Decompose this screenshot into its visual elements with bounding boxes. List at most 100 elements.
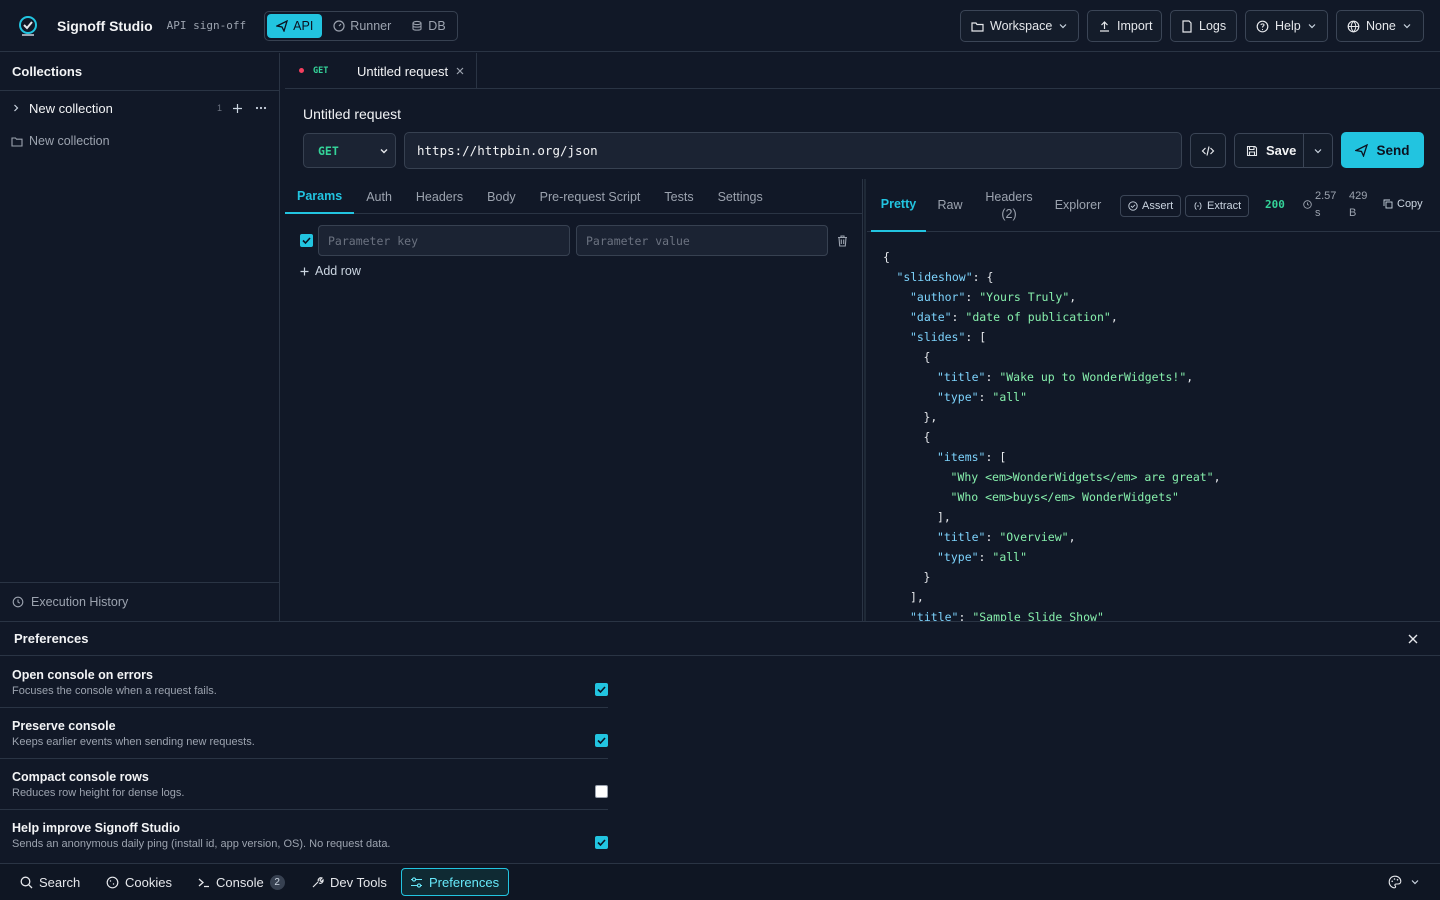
preference-checkbox[interactable] <box>595 683 608 696</box>
tab-body[interactable]: Body <box>475 179 528 214</box>
response-size: 429 B <box>1349 188 1367 222</box>
tab-headers-response[interactable]: Headers (2) <box>979 179 1039 232</box>
preference-title: Open console on errors <box>12 668 154 682</box>
extract-button[interactable]: Extract <box>1185 195 1250 217</box>
code-snippet-button[interactable] <box>1190 133 1226 168</box>
json-punctuation: : <box>978 550 993 564</box>
tab-raw[interactable]: Raw <box>926 179 974 232</box>
tab-auth[interactable]: Auth <box>354 179 404 214</box>
trash-icon[interactable] <box>837 235 848 247</box>
request-tab[interactable]: GET Untitled request <box>288 53 477 89</box>
param-key-input[interactable]: Parameter key <box>318 225 570 256</box>
preferences-button[interactable]: Preferences <box>401 868 509 896</box>
mode-runner[interactable]: Runner <box>324 14 400 38</box>
json-line: "Who <em>buys</em> WonderWidgets" <box>883 487 1433 507</box>
mode-db[interactable]: DB <box>402 14 454 38</box>
json-value: "Yours Truly" <box>979 290 1070 304</box>
json-punctuation: , <box>1186 370 1194 384</box>
response-viewer: Pretty Raw Headers (2) Explorer Assert E… <box>867 179 1440 621</box>
tab-tests[interactable]: Tests <box>652 179 705 214</box>
tab-explorer[interactable]: Explorer <box>1047 179 1109 232</box>
console-button[interactable]: Console 2 <box>189 868 293 896</box>
method-select[interactable]: GET <box>303 133 396 168</box>
json-punctuation: : <box>985 530 1000 544</box>
json-key: "slides" <box>910 330 966 344</box>
response-body: {"slideshow": {"author": "Yours Truly", "… <box>883 247 1433 621</box>
preference-checkbox[interactable] <box>595 836 608 849</box>
add-row-label: Add row <box>315 264 361 278</box>
preference-checkbox[interactable] <box>595 734 608 747</box>
tab-params[interactable]: Params <box>285 179 355 214</box>
assert-button[interactable]: Assert <box>1120 195 1182 217</box>
json-value: "all" <box>992 390 1028 404</box>
extract-label: Extract <box>1207 200 1242 212</box>
close-icon[interactable] <box>1408 634 1418 644</box>
copy-button[interactable]: Copy <box>1383 198 1423 210</box>
preferences-title: Preferences <box>0 622 1440 656</box>
terminal-icon <box>197 876 210 889</box>
folder-icon <box>11 136 23 147</box>
json-line: "Why <em>WonderWidgets</em> are great", <box>883 467 1433 487</box>
mode-label: API <box>293 18 314 33</box>
help-dropdown[interactable]: Help <box>1245 10 1328 42</box>
request-title[interactable]: Untitled request <box>303 106 401 122</box>
collection-count: 1 <box>217 103 223 113</box>
url-input[interactable]: https://httpbin.org/json <box>404 132 1182 169</box>
json-line: "author": "Yours Truly", <box>883 287 1433 307</box>
save-options-button[interactable] <box>1303 133 1333 168</box>
sidebar-item-new-collection[interactable]: New collection <box>0 127 279 155</box>
preference-description: Reduces row height for dense logs. <box>12 787 185 799</box>
workspace-dropdown[interactable]: Workspace <box>960 10 1079 42</box>
json-value: "Who <em>buys</em> WonderWidgets" <box>950 490 1179 504</box>
request-tab-method: GET <box>313 66 329 76</box>
send-button[interactable]: Send <box>1341 132 1424 168</box>
save-label: Save <box>1266 143 1297 158</box>
preference-title: Help improve Signoff Studio <box>12 821 181 835</box>
theme-dropdown[interactable] <box>1380 868 1428 896</box>
add-row-button[interactable]: Add row <box>300 264 361 278</box>
logs-label: Logs <box>1199 19 1227 33</box>
json-punctuation: : <box>985 370 1000 384</box>
dev-tools-button[interactable]: Dev Tools <box>303 868 395 896</box>
json-punctuation: , <box>1068 530 1076 544</box>
headers-count: (2) <box>1001 206 1017 221</box>
top-bar: Signoff Studio API sign-off API Runner D… <box>0 0 1440 52</box>
logs-button[interactable]: Logs <box>1170 10 1237 42</box>
pane-resize-handle[interactable] <box>864 179 866 621</box>
collection-row[interactable]: New collection 1 <box>0 94 279 122</box>
mode-switcher: API Runner DB <box>264 10 458 41</box>
clock-icon <box>1303 200 1312 209</box>
environment-dropdown[interactable]: None <box>1336 10 1424 42</box>
json-line: "type": "all" <box>883 547 1433 567</box>
preference-row: Compact console rows Reduces row height f… <box>0 759 608 810</box>
import-button[interactable]: Import <box>1087 10 1162 42</box>
tab-headers[interactable]: Headers <box>404 179 475 214</box>
preference-description: Keeps earlier events when sending new re… <box>12 736 255 748</box>
tab-settings[interactable]: Settings <box>706 179 775 214</box>
chevron-right-icon[interactable] <box>11 103 21 113</box>
more-icon[interactable] <box>255 106 267 110</box>
json-punctuation: : { <box>972 270 994 284</box>
json-punctuation: : [ <box>985 450 1007 464</box>
param-enabled-checkbox[interactable] <box>300 234 313 247</box>
execution-history[interactable]: Execution History <box>0 582 279 621</box>
plus-icon[interactable] <box>232 103 243 114</box>
json-line: }, <box>883 407 1433 427</box>
tab-pre-request-script[interactable]: Pre-request Script <box>528 179 653 214</box>
close-icon[interactable] <box>455 66 465 76</box>
save-button[interactable]: Save <box>1234 133 1304 168</box>
json-key: "title" <box>937 370 986 384</box>
preference-title: Compact console rows <box>12 770 149 784</box>
search-button[interactable]: Search <box>12 868 88 896</box>
preference-title: Preserve console <box>12 719 116 733</box>
preferences-panel: Preferences Open console on errors Focuse… <box>0 621 1440 863</box>
mode-api[interactable]: API <box>267 13 323 38</box>
param-value-input[interactable]: Parameter value <box>576 225 828 256</box>
json-key: "date" <box>910 310 952 324</box>
preference-checkbox[interactable] <box>595 785 608 798</box>
cookies-button[interactable]: Cookies <box>98 868 180 896</box>
json-punctuation: , <box>1069 290 1077 304</box>
json-punctuation: }, <box>923 410 938 424</box>
tab-pretty[interactable]: Pretty <box>871 179 926 232</box>
json-punctuation: { <box>923 350 931 364</box>
